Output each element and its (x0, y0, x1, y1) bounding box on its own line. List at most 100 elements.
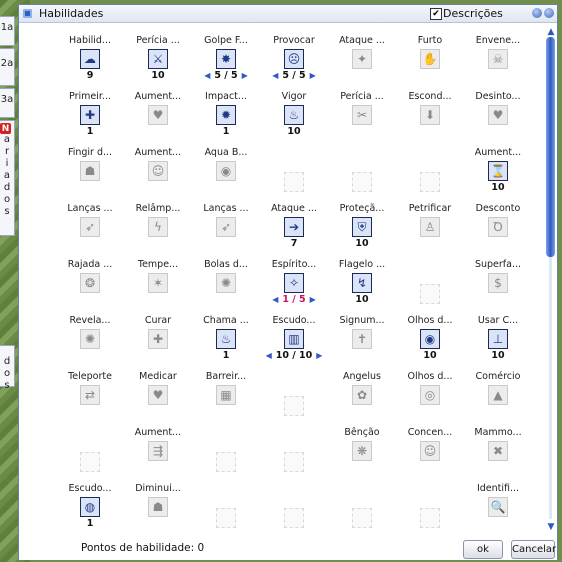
skill-slot[interactable]: Petrificar ♙ (395, 203, 465, 259)
skill-icon[interactable]: ⛨ (352, 217, 372, 237)
level-down-icon[interactable]: ◀ (262, 351, 276, 360)
skill-slot[interactable]: Olhos d... ◎ (395, 371, 465, 427)
skill-icon[interactable]: ⚔ (148, 49, 168, 69)
skill-icon[interactable]: ♥ (148, 385, 168, 405)
skill-slot[interactable]: Aument... ⌛ 10 (463, 147, 533, 203)
tab-variados[interactable]: N ariados (0, 120, 15, 236)
skill-icon[interactable]: ♥ (148, 105, 168, 125)
level-up-icon[interactable]: ▶ (306, 295, 320, 304)
skill-slot[interactable]: Proteçã... ⛨ 10 (327, 203, 397, 259)
tab-1a[interactable]: 1a (0, 16, 15, 46)
skill-slot[interactable]: Identifi... 🔍 (463, 483, 533, 539)
skill-slot[interactable]: Fingir d... ☗ (55, 147, 125, 203)
skill-icon[interactable]: ➔ (284, 217, 304, 237)
skill-slot[interactable]: Primeir... ✚ 1 (55, 91, 125, 147)
skill-slot[interactable]: Aqua B... ◉ (191, 147, 261, 203)
level-up-icon[interactable]: ▶ (238, 71, 252, 80)
skill-icon[interactable]: ◉ (420, 329, 440, 349)
skill-slot[interactable]: Lanças ... ➶ (191, 203, 261, 259)
close-icon[interactable] (544, 8, 554, 18)
tab-3a[interactable]: 3a (0, 88, 15, 118)
skill-icon[interactable]: ☺ (148, 161, 168, 181)
skill-slot[interactable]: Escudo... ▥ ◀ 10 / 10 ▶ (259, 315, 329, 371)
skill-icon[interactable]: ✋ (420, 49, 440, 69)
skill-icon[interactable]: ▥ (284, 329, 304, 349)
skill-icon[interactable]: ✦ (352, 49, 372, 69)
skill-icon[interactable]: ▲ (488, 385, 508, 405)
skill-icon[interactable]: ▦ (216, 385, 236, 405)
ok-button[interactable]: ok (463, 540, 503, 559)
skill-icon[interactable]: ⌛ (488, 161, 508, 181)
skill-icon[interactable]: ☠ (488, 49, 508, 69)
skill-icon[interactable]: ♥ (488, 105, 508, 125)
descriptions-checkbox[interactable]: ✔ (430, 8, 442, 20)
skill-slot[interactable]: Olhos d... ◉ 10 (395, 315, 465, 371)
skill-slot[interactable]: Usar C... ⊥ 10 (463, 315, 533, 371)
skill-icon[interactable]: ✺ (216, 273, 236, 293)
skill-slot[interactable]: Diminui... ☗ (123, 483, 193, 539)
skill-slot[interactable]: Tempe... ✶ (123, 259, 193, 315)
tab-dos[interactable]: dos (0, 345, 15, 391)
skill-slot[interactable]: Aument... ♥ (123, 91, 193, 147)
skill-icon[interactable]: ✶ (148, 273, 168, 293)
skill-icon[interactable]: ✸ (216, 49, 236, 69)
skill-slot[interactable]: Angelus ✿ (327, 371, 397, 427)
skill-icon[interactable]: ⊥ (488, 329, 508, 349)
skill-icon[interactable]: ✂ (352, 105, 372, 125)
skill-slot[interactable]: Provocar ☹ ◀ 5 / 5 ▶ (259, 35, 329, 91)
skill-slot[interactable]: Escudo... ◍ 1 (55, 483, 125, 539)
skill-icon[interactable]: ↯ (352, 273, 372, 293)
skill-slot[interactable]: Relâmp... ϟ (123, 203, 193, 259)
tab-2a[interactable]: 2a (0, 48, 15, 86)
skill-slot[interactable]: Teleporte ⇄ (55, 371, 125, 427)
skill-slot[interactable]: Espírito... ✧ ◀ 1 / 5 ▶ (259, 259, 329, 315)
cancel-button[interactable]: Cancelar (511, 540, 556, 559)
skill-icon[interactable]: ϟ (148, 217, 168, 237)
skill-slot[interactable]: Flagelo ... ↯ 10 (327, 259, 397, 315)
skill-slot[interactable]: Signum... ✝ (327, 315, 397, 371)
skill-slot[interactable]: Superfa... $ (463, 259, 533, 315)
skill-icon[interactable]: $ (488, 273, 508, 293)
skill-icon[interactable]: ✚ (148, 329, 168, 349)
minimize-icon[interactable] (532, 8, 542, 18)
skill-icon[interactable]: ⬇ (420, 105, 440, 125)
scroll-up-icon[interactable]: ▲ (545, 27, 557, 37)
skill-slot[interactable]: Bênção ❋ (327, 427, 397, 483)
skill-slot[interactable]: Concen... ☺ (395, 427, 465, 483)
skill-icon[interactable]: ✧ (284, 273, 304, 293)
skill-slot[interactable]: Mammo... ✖ (463, 427, 533, 483)
scroll-thumb[interactable] (546, 37, 555, 257)
skill-icon[interactable]: 🔍 (488, 497, 508, 517)
title-bar[interactable]: Habilidades ✔ Descrições (19, 5, 557, 23)
scrollbar[interactable]: ▲ ▼ (545, 27, 557, 532)
skill-slot[interactable]: Aument... ☺ (123, 147, 193, 203)
skill-icon[interactable]: ➶ (216, 217, 236, 237)
skill-slot[interactable]: Chama ... ♨ 1 (191, 315, 261, 371)
skill-icon[interactable]: ⇶ (148, 441, 168, 461)
skill-icon[interactable]: ♙ (420, 217, 440, 237)
skill-slot[interactable]: Furto ✋ (395, 35, 465, 91)
skill-slot[interactable]: Envene... ☠ (463, 35, 533, 91)
skill-icon[interactable]: ☁ (80, 49, 100, 69)
scroll-down-icon[interactable]: ▼ (545, 522, 557, 532)
skill-slot[interactable]: Perícia ... ✂ (327, 91, 397, 147)
skill-slot[interactable]: Rajada ... ❂ (55, 259, 125, 315)
skill-icon[interactable]: ☗ (148, 497, 168, 517)
level-up-icon[interactable]: ▶ (312, 351, 326, 360)
skill-icon[interactable]: ✺ (80, 329, 100, 349)
skill-icon[interactable]: ➶ (80, 217, 100, 237)
skill-icon[interactable]: ✿ (352, 385, 372, 405)
skill-slot[interactable]: Perícia ... ⚔ 10 (123, 35, 193, 91)
skill-icon[interactable]: ☺ (420, 441, 440, 461)
skill-slot[interactable]: Ataque ... ✦ (327, 35, 397, 91)
skill-icon[interactable]: ♨ (216, 329, 236, 349)
skill-slot[interactable]: Lanças ... ➶ (55, 203, 125, 259)
skill-icon[interactable]: ✚ (80, 105, 100, 125)
skill-slot[interactable]: Escond... ⬇ (395, 91, 465, 147)
skill-icon[interactable]: ◉ (216, 161, 236, 181)
skill-slot[interactable]: Aument... ⇶ (123, 427, 193, 483)
skill-icon[interactable]: ☗ (80, 161, 100, 181)
skill-slot[interactable]: Impact... ✹ 1 (191, 91, 261, 147)
skill-icon[interactable]: ❋ (352, 441, 372, 461)
skill-icon[interactable]: ♨ (284, 105, 304, 125)
